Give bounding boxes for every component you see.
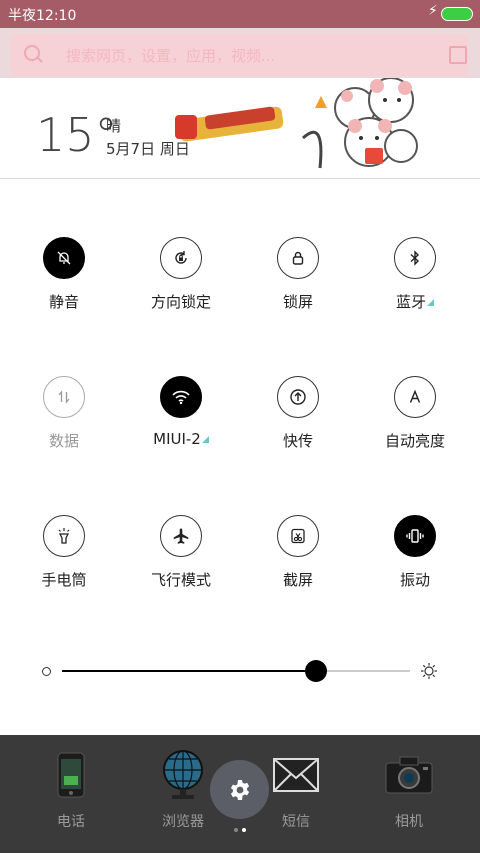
dock-camera[interactable]: 相机 — [364, 747, 454, 831]
toggle-label: 自动亮度 — [384, 432, 445, 450]
charging-icon: ⚡ — [428, 3, 438, 19]
toggle-label: 锁屏 — [282, 293, 313, 311]
brightness-high-icon — [421, 663, 437, 679]
camera-icon — [381, 747, 437, 803]
mobile-data-icon[interactable] — [43, 376, 85, 418]
toggle-label: 手电筒 — [41, 571, 87, 589]
expand-indicator-icon — [427, 299, 434, 306]
phone-icon — [43, 747, 99, 803]
toggle-screenshot[interactable]: 截屏 — [248, 515, 348, 590]
status-bar: 半夜12:10 ⚡ — [0, 0, 480, 28]
settings-button[interactable] — [210, 760, 269, 819]
auto-brightness-icon[interactable] — [394, 376, 436, 418]
toggle-label: 快传 — [282, 432, 313, 450]
toggle-label: 截屏 — [282, 571, 313, 589]
toggle-rotation-lock[interactable]: 方向锁定 — [131, 237, 231, 312]
search-placeholder: 搜索网页，设置，应用，视频... — [66, 47, 276, 65]
toggle-label: 飞行模式 — [150, 571, 211, 589]
flashlight-icon[interactable] — [43, 515, 85, 557]
scan-icon[interactable] — [449, 46, 467, 64]
page-indicator — [232, 828, 252, 834]
toggle-label: 振动 — [399, 571, 430, 589]
toggle-label: 方向锁定 — [150, 293, 211, 311]
envelope-icon — [268, 747, 324, 803]
dock-label: 相机 — [395, 814, 423, 830]
toggle-auto-brightness[interactable]: 自动亮度 — [365, 376, 465, 451]
globe-icon — [155, 747, 211, 803]
quick-transfer-icon[interactable] — [277, 376, 319, 418]
dock-phone[interactable]: 电话 — [26, 747, 116, 831]
dock-label: 电话 — [57, 814, 85, 830]
toggle-label: 数据 — [48, 432, 79, 450]
toggle-flashlight[interactable]: 手电筒 — [14, 515, 114, 590]
bluetooth-icon[interactable] — [394, 237, 436, 279]
rotation-lock-icon[interactable] — [160, 237, 202, 279]
lock-icon[interactable] — [277, 237, 319, 279]
brightness-fill — [62, 670, 317, 672]
toggle-vibrate[interactable]: 振动 — [365, 515, 465, 590]
brightness-low-icon — [42, 667, 51, 676]
toggle-airplane-mode[interactable]: 飞行模式 — [131, 515, 231, 590]
screenshot-icon[interactable] — [277, 515, 319, 557]
brightness-thumb[interactable] — [305, 660, 328, 682]
battery-icon — [441, 7, 473, 21]
page-dot-active — [242, 828, 246, 832]
airplane-icon[interactable] — [160, 515, 202, 557]
brightness-slider[interactable] — [62, 660, 410, 682]
dock-label: 短信 — [282, 814, 310, 830]
banner-sticker — [175, 106, 284, 142]
toggle-mobile-data[interactable]: 数据 — [14, 376, 114, 451]
search-icon — [24, 45, 40, 61]
weather-condition: 晴 — [106, 117, 122, 135]
wifi-icon[interactable] — [160, 376, 202, 418]
vibrate-icon[interactable] — [394, 515, 436, 557]
toggle-label: 蓝牙 — [365, 291, 465, 312]
toggle-lock-screen[interactable]: 锁屏 — [248, 237, 348, 312]
toggle-label: 静音 — [48, 293, 79, 311]
expand-indicator-icon — [201, 436, 209, 443]
toggle-label: MIUI-2 — [131, 430, 231, 448]
dock-label: 浏览器 — [162, 814, 204, 830]
search-bar[interactable]: 搜索网页，设置，应用，视频... — [11, 34, 468, 76]
mute-bell-icon[interactable] — [43, 237, 85, 279]
toggle-mute[interactable]: 静音 — [14, 237, 114, 312]
banner-illustration — [301, 78, 418, 169]
toggle-quick-transfer[interactable]: 快传 — [248, 376, 348, 451]
toggle-wifi[interactable]: MIUI-2 — [131, 376, 231, 448]
gear-icon — [230, 779, 249, 800]
page-dot — [234, 828, 238, 832]
weather-widget[interactable]: 15° 晴 5月7日 周日 — [0, 78, 480, 178]
status-time: 半夜12:10 — [8, 8, 77, 24]
toggle-bluetooth[interactable]: 蓝牙 — [365, 237, 465, 312]
